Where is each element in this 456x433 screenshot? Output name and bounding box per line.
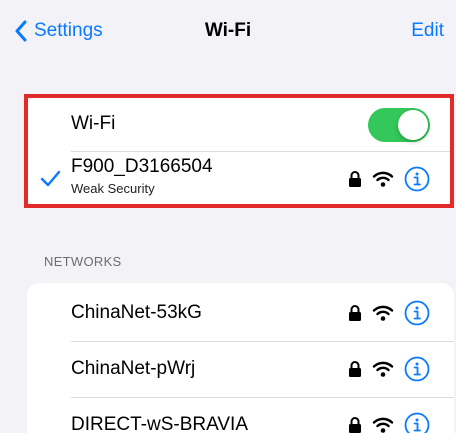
network-list-item[interactable]: ChinaNet-53kG: [27, 285, 454, 340]
info-icon[interactable]: [404, 300, 430, 326]
navigation-bar: Settings Wi-Fi Edit: [0, 0, 456, 64]
page-title: Wi-Fi: [204, 20, 252, 41]
lock-icon: [349, 416, 361, 433]
info-icon[interactable]: [404, 166, 430, 192]
network-status-icons: [348, 285, 430, 340]
toggle-knob: [398, 110, 428, 140]
wifi-status-card: Wi-Fi F900_D3166504 Weak Security: [27, 96, 454, 206]
wifi-toggle-row: Wi-Fi: [27, 96, 454, 151]
checkmark-icon: [40, 170, 61, 187]
wifi-signal-icon: [372, 417, 394, 433]
networks-section-header: NETWORKS: [44, 254, 122, 269]
network-list-item[interactable]: DIRECT-wS-BRAVIA: [27, 397, 454, 433]
network-status-icons: [348, 151, 430, 206]
wifi-signal-icon: [372, 361, 394, 377]
connected-network-name: F900_D3166504: [71, 156, 213, 177]
edit-button[interactable]: Edit: [411, 20, 444, 42]
network-name: DIRECT-wS-BRAVIA: [71, 413, 249, 433]
network-status-icons: [348, 341, 430, 396]
info-icon[interactable]: [404, 412, 430, 433]
lock-icon: [349, 304, 361, 321]
wifi-toggle-label: Wi-Fi: [71, 112, 116, 134]
lock-icon: [349, 360, 361, 377]
network-status-icons: [348, 397, 430, 433]
wifi-signal-icon: [372, 305, 394, 321]
lock-icon: [349, 170, 361, 187]
wifi-signal-icon: [372, 171, 394, 187]
info-icon[interactable]: [404, 356, 430, 382]
connected-network-row[interactable]: F900_D3166504 Weak Security: [27, 151, 454, 206]
network-name: ChinaNet-53kG: [71, 301, 202, 323]
network-name: ChinaNet-pWrj: [71, 357, 196, 379]
networks-list: ChinaNet-53kG ChinaNet-pWrj DIRECT-wS-BR…: [27, 283, 454, 433]
connected-network-security: Weak Security: [71, 181, 155, 196]
network-list-item[interactable]: ChinaNet-pWrj: [27, 341, 454, 396]
wifi-toggle-switch[interactable]: [368, 108, 430, 142]
